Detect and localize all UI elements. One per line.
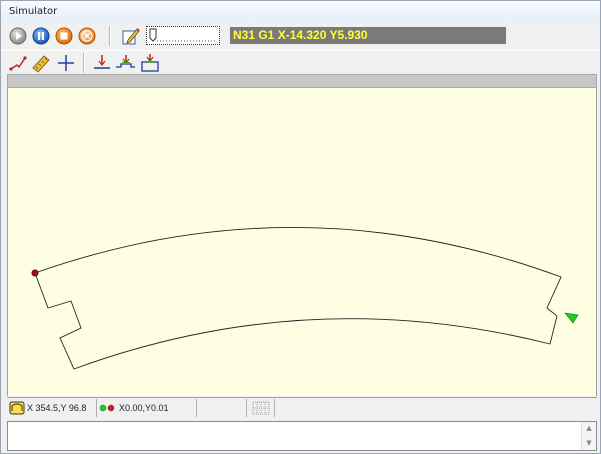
cancel-button[interactable] bbox=[77, 26, 97, 46]
cursor-coordinates: X 354.5,Y 96.8 bbox=[27, 403, 87, 413]
coords-panel: X 354.5,Y 96.8 bbox=[7, 399, 97, 417]
nc-line-display: N31 G1 X-14.320 Y5.930 bbox=[230, 27, 506, 44]
tool-position-marker bbox=[564, 312, 579, 324]
baseline-step-button[interactable] bbox=[115, 53, 135, 73]
speed-slider[interactable] bbox=[146, 26, 220, 45]
edit-icon bbox=[122, 28, 140, 45]
pause-button[interactable] bbox=[31, 26, 51, 46]
grid-icon bbox=[252, 401, 269, 415]
status-panel-empty bbox=[197, 399, 247, 417]
window-title: Simulator bbox=[9, 6, 58, 17]
stop-button[interactable] bbox=[54, 26, 74, 46]
simulator-window: Simulator N31 G1 X-14.320 Y5.930 X 354.5… bbox=[0, 0, 601, 454]
status-bar: X 354.5,Y 96.8 X0.00,Y0.01 bbox=[7, 397, 597, 417]
cancel-icon bbox=[78, 27, 96, 45]
view-toolbar bbox=[1, 50, 600, 75]
simulation-canvas[interactable] bbox=[7, 88, 597, 396]
offset-panel: X0.00,Y0.01 bbox=[97, 399, 197, 417]
crosshair-button[interactable] bbox=[56, 53, 76, 73]
tool-coords-icon bbox=[9, 401, 25, 415]
offset-coordinates: X0.00,Y0.01 bbox=[119, 403, 169, 413]
output-scrollbar[interactable]: ▲ ▼ bbox=[581, 422, 596, 450]
toolpath-drawing bbox=[31, 227, 579, 370]
slider-thumb-icon bbox=[149, 28, 217, 42]
scroll-up-icon[interactable]: ▲ bbox=[585, 424, 593, 432]
simulation-toolbar: N31 G1 X-14.320 Y5.930 bbox=[1, 23, 600, 49]
start-point-marker bbox=[31, 269, 39, 277]
baseline-icon bbox=[94, 55, 110, 69]
play-icon bbox=[9, 27, 27, 45]
baseline-button[interactable] bbox=[92, 53, 112, 73]
stop-icon bbox=[55, 27, 73, 45]
path-icon bbox=[9, 56, 27, 71]
title-bar: Simulator bbox=[1, 1, 600, 24]
toolpath-button[interactable] bbox=[8, 53, 28, 73]
toolbar-separator bbox=[83, 53, 85, 73]
offset-markers-icon bbox=[99, 404, 115, 412]
toolpath-outline bbox=[34, 227, 562, 370]
pause-icon bbox=[32, 27, 50, 45]
crosshair-icon bbox=[58, 55, 74, 71]
baseline-frame-button[interactable] bbox=[139, 53, 159, 73]
edit-button[interactable] bbox=[121, 26, 141, 46]
play-button[interactable] bbox=[8, 26, 28, 46]
baseline-step-icon bbox=[116, 55, 135, 68]
canvas-header-bar bbox=[7, 74, 597, 88]
ruler-icon bbox=[32, 55, 50, 73]
scroll-down-icon[interactable]: ▼ bbox=[585, 439, 593, 447]
measure-button[interactable] bbox=[31, 53, 51, 73]
toolbar-separator bbox=[109, 26, 111, 46]
baseline-frame-icon bbox=[141, 54, 159, 72]
status-panel-grid bbox=[247, 399, 275, 417]
output-textbox[interactable]: ▲ ▼ bbox=[7, 421, 597, 451]
